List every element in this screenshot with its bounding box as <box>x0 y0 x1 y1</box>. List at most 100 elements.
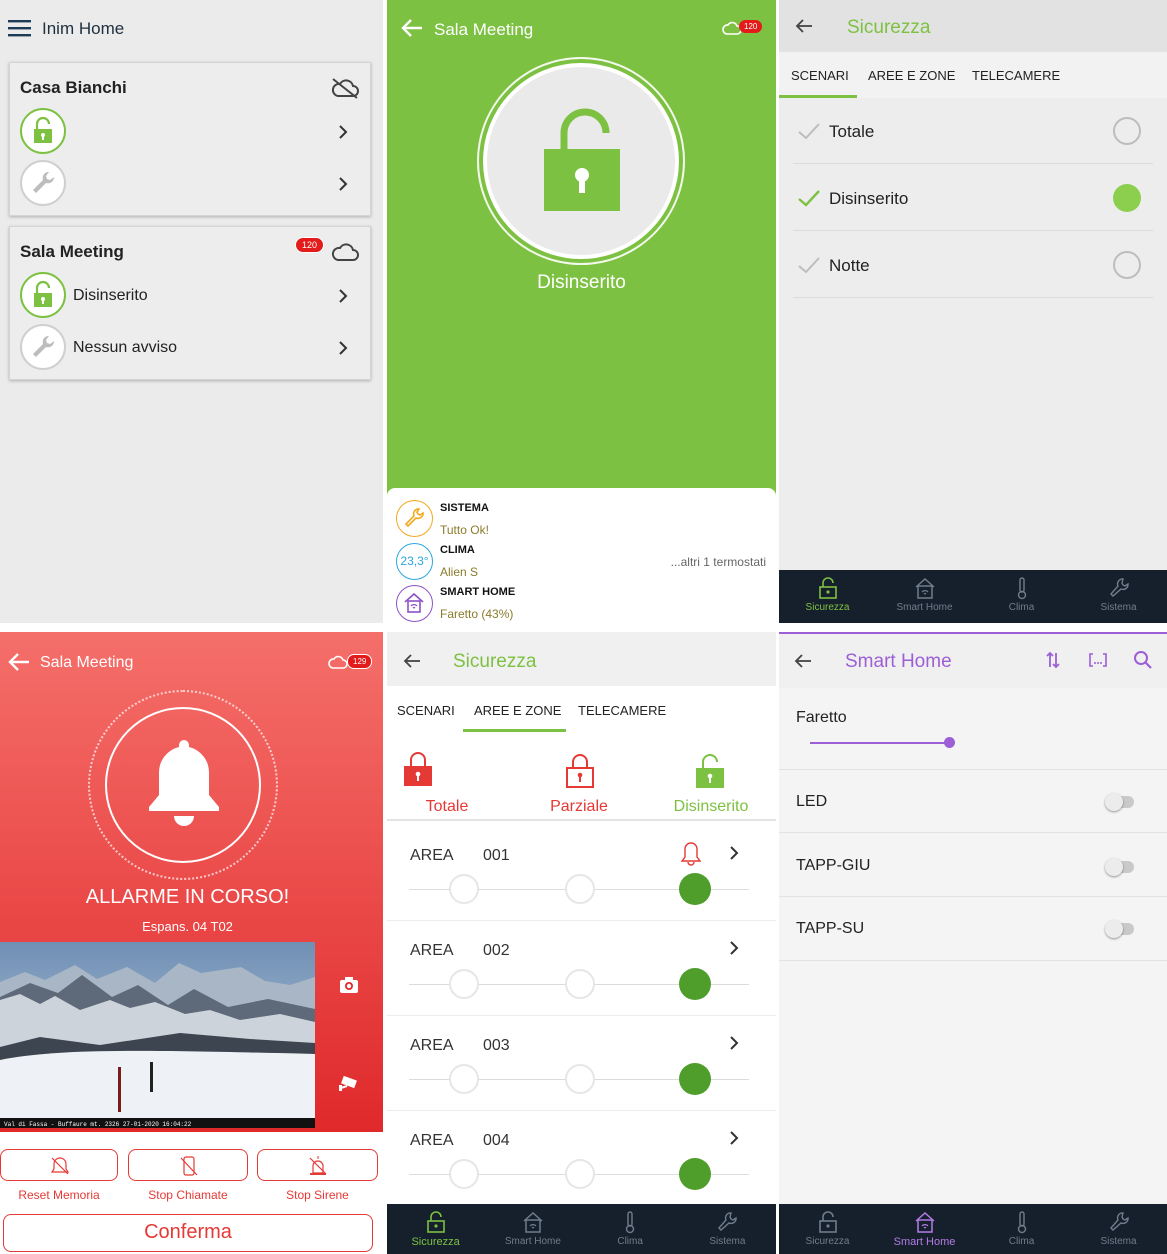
reset-memoria-label: Reset Memoria <box>18 1188 100 1202</box>
screen-title: Sicurezza <box>453 651 537 672</box>
summary-title: SISTEMA <box>440 502 489 514</box>
state-radio-disinserito-selected[interactable] <box>679 968 711 1000</box>
state-radio-parziale[interactable] <box>565 874 595 904</box>
temperature-icon: 23,3° <box>396 543 433 580</box>
scenario-radio[interactable] <box>1113 251 1141 279</box>
state-radio-parziale[interactable] <box>565 969 595 999</box>
nav-sicurezza[interactable]: Sicurezza <box>779 1204 876 1254</box>
site-name: Casa Bianchi <box>20 78 127 97</box>
chevron-right-icon[interactable] <box>729 845 739 861</box>
cctv-camera-icon[interactable] <box>338 1076 360 1092</box>
back-arrow-icon[interactable] <box>401 19 423 37</box>
chevron-right-icon[interactable] <box>729 940 739 956</box>
search-icon[interactable] <box>1133 650 1153 670</box>
tab-telecamere[interactable]: TELECAMERE <box>972 68 1060 83</box>
nav-smart-home[interactable]: Smart Home <box>876 1204 973 1254</box>
state-radio-parziale[interactable] <box>565 1064 595 1094</box>
dimmer-slider-thumb[interactable] <box>944 737 955 748</box>
chevron-right-icon[interactable] <box>338 176 348 192</box>
screen-title: Sicurezza <box>847 17 931 38</box>
stop-chiamate-button[interactable] <box>128 1149 248 1181</box>
select-frame-icon[interactable] <box>1088 652 1108 668</box>
nav-sistema[interactable]: Sistema <box>1070 570 1167 623</box>
sort-icon[interactable] <box>1045 651 1061 669</box>
confirm-button[interactable]: Conferma <box>3 1214 373 1252</box>
reset-memoria-button[interactable] <box>0 1149 118 1181</box>
security-status-button[interactable] <box>483 63 679 259</box>
site-card-sala-meeting[interactable]: Sala Meeting 120 Disinserito Nessun avvi… <box>9 226 371 380</box>
state-radio-totale[interactable] <box>449 969 479 999</box>
state-radio-parziale[interactable] <box>565 1159 595 1189</box>
mode-totale-label[interactable]: Totale <box>387 798 507 816</box>
scenario-row-notte[interactable]: Notte <box>793 232 1153 298</box>
summary-title: SMART HOME <box>440 586 516 598</box>
nav-clima[interactable]: Clima <box>973 570 1070 623</box>
camera-frame[interactable]: Val di Fassa - Buffaure mt. 2326 27-01-2… <box>0 942 315 1128</box>
camera-snapshot: Val di Fassa - Buffaure mt. 2326 27-01-2… <box>0 942 315 1128</box>
area-id: 001 <box>483 847 510 864</box>
smart-home-icon <box>523 1211 543 1233</box>
scenario-row-totale[interactable]: Totale <box>793 98 1153 164</box>
tapp-giu-toggle[interactable] <box>1105 858 1134 876</box>
wrench-icon <box>1109 578 1129 597</box>
led-toggle[interactable] <box>1105 793 1134 811</box>
site-name: Sala Meeting <box>20 242 124 261</box>
area-row[interactable]: AREA 002 <box>387 923 776 1016</box>
tab-scenari[interactable]: SCENARI <box>397 703 455 718</box>
state-radio-disinserito-selected[interactable] <box>679 1158 711 1190</box>
tab-aree-e-zone[interactable]: AREE E ZONE <box>868 68 955 83</box>
scenario-radio[interactable] <box>1113 117 1141 145</box>
stop-sirene-button[interactable] <box>257 1149 378 1181</box>
nav-sistema[interactable]: Sistema <box>1070 1204 1167 1254</box>
state-radio-totale[interactable] <box>449 1064 479 1094</box>
scenario-radio-selected[interactable] <box>1113 184 1141 212</box>
scenario-row-disinserito[interactable]: Disinserito <box>793 165 1153 231</box>
back-arrow-icon[interactable] <box>795 18 813 34</box>
lock-closed-red-icon <box>402 748 434 788</box>
back-arrow-icon[interactable] <box>403 653 421 669</box>
nav-clima[interactable]: Clima <box>582 1204 679 1254</box>
lock-icon <box>426 1211 445 1233</box>
site-card-casa-bianchi[interactable]: Casa Bianchi <box>9 62 371 216</box>
chevron-right-icon[interactable] <box>338 124 348 140</box>
area-row[interactable]: AREA 003 <box>387 1018 776 1111</box>
nav-sicurezza[interactable]: Sicurezza <box>387 1204 484 1254</box>
tab-telecamere[interactable]: TELECAMERE <box>578 703 666 718</box>
nav-smart-home[interactable]: Smart Home <box>484 1204 581 1254</box>
area-row[interactable]: AREA 001 <box>387 828 776 921</box>
wrench-icon <box>20 160 66 206</box>
nav-sicurezza[interactable]: Sicurezza <box>779 570 876 623</box>
state-radio-totale[interactable] <box>449 1159 479 1189</box>
device-label: Faretto <box>796 709 847 726</box>
chevron-right-icon[interactable] <box>729 1130 739 1146</box>
mode-parziale-label[interactable]: Parziale <box>519 798 639 816</box>
notification-badge: 129 <box>347 654 373 669</box>
nav-sistema[interactable]: Sistema <box>679 1204 776 1254</box>
mode-disinserito-label[interactable]: Disinserito <box>651 798 771 816</box>
tab-aree-e-zone[interactable]: AREE E ZONE <box>474 703 561 718</box>
tab-scenari[interactable]: SCENARI <box>791 68 849 83</box>
menu-icon[interactable] <box>8 19 31 37</box>
cloud-icon <box>330 241 360 263</box>
screen-title: Sala Meeting <box>434 20 534 39</box>
wrench-icon <box>20 324 66 370</box>
chevron-right-icon[interactable] <box>338 340 348 356</box>
tapp-su-toggle[interactable] <box>1105 920 1134 938</box>
state-radio-totale[interactable] <box>449 874 479 904</box>
camera-snapshot-icon[interactable] <box>339 976 359 994</box>
scenario-label: Totale <box>829 122 875 141</box>
chevron-right-icon[interactable] <box>729 1035 739 1051</box>
toggle-row-led: LED <box>779 771 1167 833</box>
more-thermostats-label[interactable]: ...altri 1 termostati <box>671 555 766 569</box>
nav-smart-home[interactable]: Smart Home <box>876 570 973 623</box>
back-arrow-icon[interactable] <box>794 653 812 669</box>
back-arrow-icon[interactable] <box>8 653 30 671</box>
dimmer-row-faretto: Faretto <box>779 688 1167 770</box>
state-radio-disinserito-selected[interactable] <box>679 873 711 905</box>
nav-clima[interactable]: Clima <box>973 1204 1070 1254</box>
chevron-right-icon[interactable] <box>338 288 348 304</box>
state-radio-disinserito-selected[interactable] <box>679 1063 711 1095</box>
summary-title: CLIMA <box>440 544 475 556</box>
screen-title: Sala Meeting <box>40 654 134 671</box>
area-row[interactable]: AREA 004 <box>387 1113 776 1206</box>
